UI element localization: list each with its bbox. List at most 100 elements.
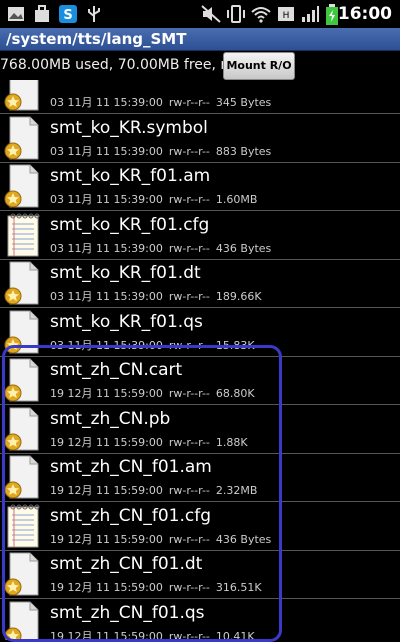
file-meta: 03 11月 11 15:39:00 rw-r--r-- 1.60MB: [50, 191, 257, 207]
notepad-icon: [2, 503, 44, 549]
file-meta: 19 12月 11 15:59:00 rw-r--r-- 10.41K: [50, 628, 255, 641]
file-row[interactable]: smt_zh_CN_f01.dt 19 12月 11 15:59:00 rw-r--…: [0, 550, 400, 599]
file-row[interactable]: smt_zh_CN_f01.am 19 12月 11 15:59:00 rw-r--…: [0, 453, 400, 502]
current-path: /system/tts/lang_SMT: [6, 30, 187, 48]
file-perms: rw-r--r--: [168, 435, 210, 449]
file-row[interactable]: smt_zh_CN_f01.qs 19 12月 11 15:59:00 rw-r--…: [0, 599, 400, 641]
mount-ro-button[interactable]: Mount R/O: [223, 52, 295, 80]
file-size: 436 Bytes: [215, 532, 272, 546]
file-size: 316.51K: [215, 581, 262, 594]
file-date: 19 12月 11 15:59:00: [50, 387, 163, 400]
file-date: 19 12月 11 15:59:00: [50, 581, 163, 594]
storage-info: 768.00MB used, 70.00MB free, r/w: [0, 57, 243, 73]
notepad-icon: [2, 212, 44, 258]
file-row[interactable]: smt_zh_CN.pb 19 12月 11 15:59:00 rw-r--r-- 1…: [0, 405, 400, 454]
file-size: 189.66K: [215, 290, 262, 303]
file-size: 1.60MB: [215, 193, 258, 206]
file-size: 883 Bytes: [215, 144, 272, 158]
doc-badge-icon: [2, 80, 44, 112]
file-meta: 03 11月 11 15:39:00 rw-r--r-- 436 Bytes: [50, 240, 271, 256]
file-name: smt_ko_KR.symbol: [50, 117, 208, 138]
file-perms: rw-r--r--: [168, 96, 210, 109]
file-size: 2.32MB: [215, 484, 258, 497]
file-perms: rw-r--r--: [168, 484, 210, 497]
file-name: smt_zh_CN_f01.qs: [50, 602, 205, 623]
file-name: smt_zh_CN_f01.dt: [50, 554, 203, 574]
data-icon: H: [278, 7, 294, 21]
file-size: 68.80K: [215, 387, 255, 400]
doc-badge-icon: [2, 309, 44, 355]
file-date: 03 11月 11 15:39:00: [50, 290, 163, 303]
file-perms: rw-r--r--: [168, 629, 210, 641]
file-perms: rw-r--r--: [168, 387, 210, 400]
file-date: 19 12月 11 15:59:00: [50, 484, 163, 497]
file-date: 19 12月 11 15:59:00: [50, 435, 163, 449]
file-meta: 19 12月 11 15:59:00 rw-r--r-- 2.32MB: [50, 482, 257, 498]
file-date: 03 11月 11 15:39:00: [50, 241, 163, 255]
file-size: 436 Bytes: [215, 241, 272, 255]
file-meta: 03 11月 11 15:39:00 rw-r--r-- 345 Bytes: [50, 94, 271, 110]
file-size: 15.83K: [215, 338, 255, 352]
file-date: 19 12月 11 15:59:00: [50, 532, 163, 546]
file-name: smt_zh_CN.cart: [50, 360, 183, 380]
doc-badge-icon: [2, 260, 44, 306]
svg-text:H: H: [283, 11, 290, 21]
file-name: smt_ko_KR_f01.cfg: [50, 214, 210, 235]
file-meta: 03 11月 11 15:39:00 rw-r--r-- 15.83K: [50, 337, 255, 353]
clock: 16:00: [337, 4, 392, 24]
file-perms: rw-r--r--: [168, 338, 210, 352]
file-list: 03 11月 11 15:39:00 rw-r--r-- 345 Bytes smt_…: [0, 80, 400, 640]
doc-badge-icon: [2, 551, 44, 597]
doc-badge-icon: [2, 357, 44, 403]
file-meta: 19 12月 11 15:59:00 rw-r--r-- 436 Bytes: [50, 531, 271, 547]
file-row[interactable]: smt_ko_KR.symbol 03 11月 11 15:39:00 rw-r--…: [0, 114, 400, 163]
doc-badge-icon: [2, 406, 44, 452]
file-date: 03 11月 11 15:39:00: [50, 144, 163, 158]
file-size: 10.41K: [215, 629, 255, 641]
wifi-icon: [251, 7, 271, 23]
file-name: smt_zh_CN_f01.cfg: [50, 505, 212, 526]
file-perms: rw-r--r--: [168, 581, 210, 594]
doc-badge-icon: [2, 115, 44, 161]
file-meta: 19 12月 11 15:59:00 rw-r--r-- 316.51K: [50, 579, 262, 595]
file-row[interactable]: smt_ko_KR_f01.dt 03 11月 11 15:39:00 rw-r--…: [0, 259, 400, 308]
file-perms: rw-r--r--: [168, 290, 210, 303]
file-date: 03 11月 11 15:39:00: [50, 338, 163, 352]
bag-icon: [35, 5, 49, 22]
file-meta: 03 11月 11 15:39:00 rw-r--r-- 883 Bytes: [50, 143, 271, 159]
path-bar: /system/tts/lang_SMT: [0, 28, 400, 51]
file-meta: 03 11月 11 15:39:00 rw-r--r-- 189.66K: [50, 288, 262, 304]
file-date: 03 11月 11 15:39:00: [50, 96, 163, 109]
file-meta: 19 12月 11 15:59:00 rw-r--r-- 1.88K: [50, 434, 248, 450]
vibrate-icon: [227, 5, 245, 23]
file-perms: rw-r--r--: [168, 144, 210, 158]
file-name: smt_zh_CN_f01.am: [50, 457, 212, 477]
file-name: smt_ko_KR_f01.dt: [50, 263, 201, 283]
file-row[interactable]: smt_ko_KR_f01.qs 03 11月 11 15:39:00 rw-r--…: [0, 308, 400, 357]
usb-icon: [88, 6, 100, 22]
file-row[interactable]: smt_zh_CN_f01.cfg 19 12月 11 15:59:00 rw-r-…: [0, 502, 400, 551]
file-row[interactable]: 03 11月 11 15:39:00 rw-r--r-- 345 Bytes: [0, 80, 400, 114]
storage-info-bar: 768.00MB used, 70.00MB free, r/w: [0, 51, 400, 81]
file-row[interactable]: smt_ko_KR_f01.cfg 03 11月 11 15:39:00 rw-r-…: [0, 211, 400, 260]
file-name: smt_ko_KR_f01.am: [50, 166, 211, 186]
file-size: 1.88K: [215, 435, 248, 449]
doc-badge-icon: [2, 163, 44, 209]
file-row[interactable]: smt_zh_CN.cart 19 12月 11 15:59:00 rw-r--r-…: [0, 356, 400, 405]
skype-icon: S: [59, 5, 77, 23]
image-icon: [8, 7, 24, 21]
doc-badge-icon: [2, 454, 44, 500]
mute-icon: [201, 5, 221, 23]
file-row[interactable]: smt_ko_KR_f01.am 03 11月 11 15:39:00 rw-r--…: [0, 162, 400, 211]
status-bar: S H 16:00: [0, 0, 400, 28]
file-name: smt_ko_KR_f01.qs: [50, 311, 203, 332]
file-perms: rw-r--r--: [168, 241, 210, 255]
file-perms: rw-r--r--: [168, 532, 210, 546]
file-perms: rw-r--r--: [168, 193, 210, 206]
doc-badge-icon: [2, 600, 44, 640]
file-date: 03 11月 11 15:39:00: [50, 193, 163, 206]
svg-text:S: S: [63, 8, 72, 23]
file-date: 19 12月 11 15:59:00: [50, 629, 163, 641]
signal-icon: [302, 6, 319, 22]
file-name: smt_zh_CN.pb: [50, 408, 171, 429]
